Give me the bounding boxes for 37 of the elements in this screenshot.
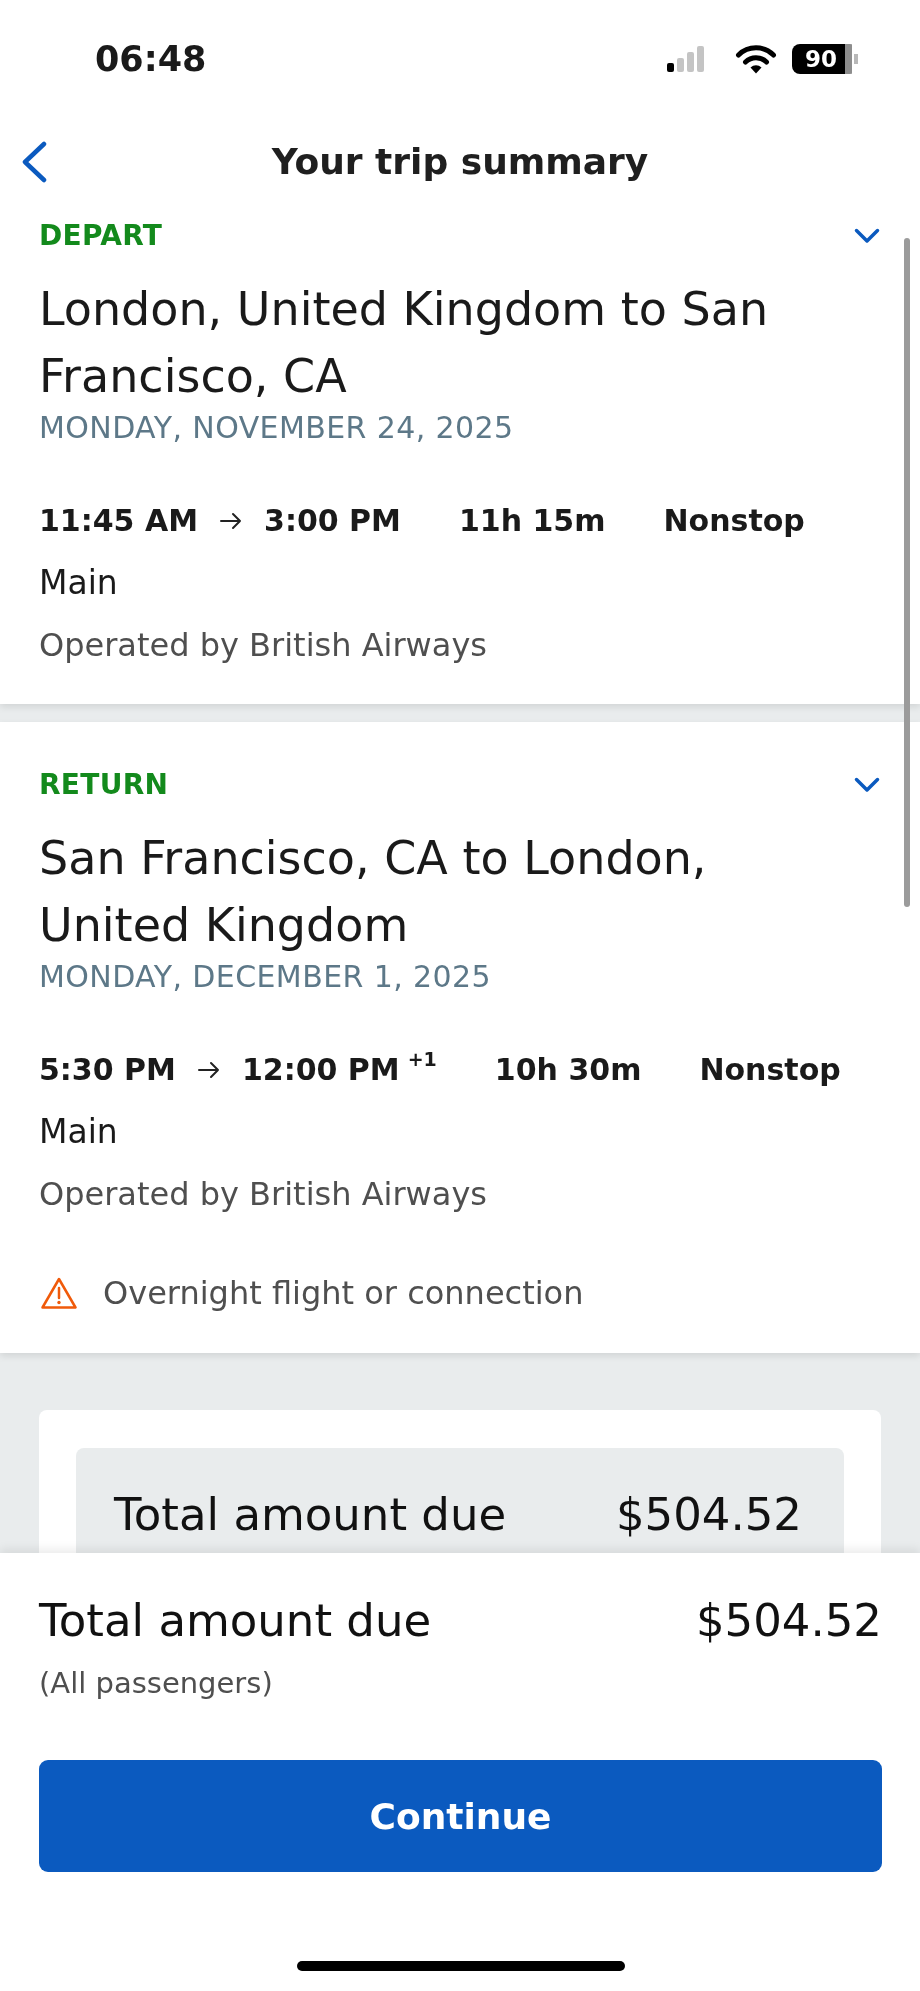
departure-time: 11:45 AM (39, 502, 198, 540)
total-label: Total amount due (114, 1487, 507, 1543)
notice-text: Overnight flight or connection (103, 1273, 584, 1314)
arrival-time: 12:00 PM (241, 1051, 400, 1089)
flight-duration: 11h 15m (458, 502, 606, 540)
passengers-note: (All passengers) (39, 1665, 274, 1702)
section-label: RETURN (39, 767, 169, 803)
flight-date: MONDAY, NOVEMBER 24, 2025 (39, 410, 515, 446)
chevron-down-icon[interactable] (854, 228, 880, 244)
signal-icon (667, 46, 705, 72)
cabin-class: Main (39, 562, 119, 604)
warning-icon (41, 1277, 77, 1309)
route-title: London, United Kingdom to San Francisco, CA (39, 281, 770, 405)
battery-indicator: 90 (792, 44, 858, 74)
departure-time: 5:30 PM (39, 1051, 176, 1089)
total-amount: $504.52 (695, 1593, 882, 1649)
status-time: 06:48 (95, 39, 207, 79)
route-title: San Francisco, CA to London, United Kingdom (39, 830, 708, 954)
total-label: Total amount due (39, 1593, 432, 1649)
arrow-right-icon (197, 1061, 220, 1079)
back-icon[interactable] (20, 140, 48, 183)
page-title: Your trip summary (271, 139, 649, 184)
day-offset: +1 (407, 1048, 437, 1070)
stops-text: Nonstop (699, 1051, 841, 1089)
total-amount: $504.52 (615, 1487, 802, 1543)
operator-text: Operated by British Airways (39, 625, 488, 666)
section-label: DEPART (39, 218, 163, 254)
arrival-time: 3:00 PM (264, 502, 401, 540)
flight-date: MONDAY, DECEMBER 1, 2025 (39, 959, 492, 995)
flight-duration: 10h 30m (494, 1051, 642, 1089)
stops-text: Nonstop (663, 502, 805, 540)
arrow-right-icon (220, 512, 242, 530)
continue-button[interactable]: Continue (39, 1760, 882, 1872)
operator-text: Operated by British Airways (39, 1174, 488, 1215)
wifi-icon (735, 44, 777, 74)
chevron-down-icon[interactable] (854, 777, 880, 793)
cabin-class: Main (39, 1111, 119, 1153)
